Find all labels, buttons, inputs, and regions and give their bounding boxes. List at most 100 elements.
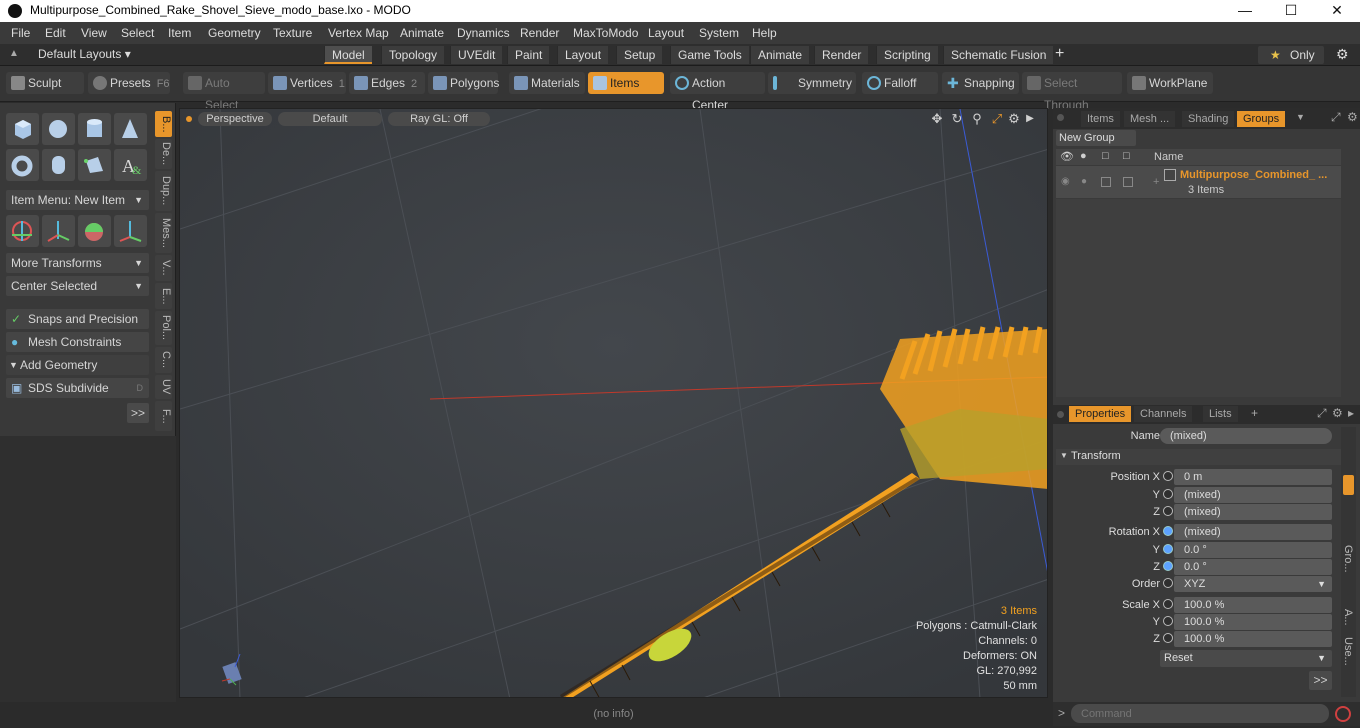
row-select-checkbox[interactable] xyxy=(1123,177,1133,187)
render-icon[interactable]: □ xyxy=(1102,150,1109,162)
vtab-deform[interactable]: De... xyxy=(155,139,172,169)
snapping-button[interactable]: ✚ Snapping xyxy=(942,72,1019,94)
scale-y-radio[interactable] xyxy=(1163,616,1173,626)
tab-scripting[interactable]: Scripting xyxy=(876,46,938,64)
tab-animate[interactable]: Animate xyxy=(750,46,810,64)
workplane-button[interactable]: WorkPlane xyxy=(1127,72,1213,94)
scale-x-field[interactable]: 100.0 % xyxy=(1174,597,1332,613)
command-input[interactable] xyxy=(1071,704,1329,723)
tab-channels[interactable]: Channels xyxy=(1134,406,1193,422)
sphere-icon[interactable] xyxy=(42,113,75,145)
position-x-radio[interactable] xyxy=(1163,471,1173,481)
lock-icon[interactable]: ● xyxy=(1080,150,1087,162)
text-icon[interactable]: A & xyxy=(114,149,147,181)
select-icon[interactable]: □ xyxy=(1123,150,1130,162)
raygl-button[interactable]: Ray GL: Off xyxy=(388,112,490,126)
more-button[interactable]: >> xyxy=(1309,671,1332,690)
collapse-icon[interactable]: ▲ xyxy=(9,48,19,59)
reset-dropdown[interactable]: Reset ▼ xyxy=(1160,650,1332,667)
zoom-icon[interactable]: ⚲ xyxy=(970,112,984,126)
side-tab-active[interactable] xyxy=(1343,475,1354,495)
vertices-button[interactable]: Vertices 1 xyxy=(268,72,346,94)
scale-x-radio[interactable] xyxy=(1163,599,1173,609)
symmetry-button[interactable]: Symmetry xyxy=(768,72,856,94)
tab-paint[interactable]: Paint xyxy=(507,46,550,64)
expand-icon[interactable]: ⤢ xyxy=(1317,406,1327,421)
expand-right-icon[interactable]: ▸ xyxy=(1348,406,1354,420)
scale-tool-icon[interactable] xyxy=(114,215,147,247)
vtab-curve[interactable]: C... xyxy=(155,347,172,373)
item-menu-dropdown[interactable]: Item Menu: New Item ▼ xyxy=(6,190,149,210)
vtab-edge[interactable]: E... xyxy=(155,283,172,309)
pan-icon[interactable]: ✥ xyxy=(930,112,944,126)
menu-texture[interactable]: Texture xyxy=(273,26,312,40)
snaps-precision-button[interactable]: ✓ Snaps and Precision xyxy=(6,309,149,329)
menu-geometry[interactable]: Geometry xyxy=(208,26,261,40)
menu-help[interactable]: Help xyxy=(752,26,777,40)
rotation-y-field[interactable]: 0.0 ° xyxy=(1174,542,1332,558)
order-radio[interactable] xyxy=(1163,578,1173,588)
maximize-icon[interactable]: ☐ xyxy=(1268,0,1314,22)
materials-button[interactable]: Materials xyxy=(509,72,585,94)
menu-system[interactable]: System xyxy=(699,26,739,40)
layouts-dropdown[interactable]: Default Layouts ▾ xyxy=(38,47,131,61)
action-center-button[interactable]: Action Center xyxy=(670,72,765,112)
vtab-polygon[interactable]: Pol... xyxy=(155,311,172,345)
center-selected-dropdown[interactable]: Center Selected ▼ xyxy=(6,276,149,296)
items-button[interactable]: Items xyxy=(588,72,664,94)
menu-maxtomodo[interactable]: MaxToModo xyxy=(573,26,638,40)
side-tab-groups[interactable]: Gro... xyxy=(1342,545,1354,573)
vtab-basic[interactable]: B... xyxy=(155,111,172,137)
vtab-fusion[interactable]: F... xyxy=(155,401,172,431)
tab-layout[interactable]: Layout xyxy=(557,46,609,64)
torus-icon[interactable] xyxy=(6,149,39,181)
position-y-field[interactable]: (mixed) xyxy=(1174,487,1332,503)
side-tab-a[interactable]: A... xyxy=(1342,609,1354,626)
tab-setup[interactable]: Setup xyxy=(616,46,663,64)
position-y-radio[interactable] xyxy=(1163,489,1173,499)
position-z-radio[interactable] xyxy=(1163,506,1173,516)
pen-icon[interactable] xyxy=(78,149,111,181)
add-geometry-section[interactable]: ▼ Add Geometry xyxy=(6,355,149,375)
vtab-uv[interactable]: UV xyxy=(155,375,172,399)
scale-z-radio[interactable] xyxy=(1163,633,1173,643)
sds-subdivide-button[interactable]: ▣ SDS Subdivide D xyxy=(6,378,149,398)
side-tab-user[interactable]: Use... xyxy=(1342,637,1354,666)
auto-select-button[interactable]: Auto Select xyxy=(183,72,265,112)
cylinder-icon[interactable] xyxy=(78,113,111,145)
menu-dynamics[interactable]: Dynamics xyxy=(457,26,510,40)
view-mode-button[interactable]: Perspective xyxy=(198,112,272,126)
rotation-x-field[interactable]: (mixed) xyxy=(1174,524,1332,540)
tab-game-tools[interactable]: Game Tools xyxy=(670,46,749,64)
rotation-x-radio[interactable] xyxy=(1163,526,1173,536)
chevron-down-icon[interactable]: ▼ xyxy=(1296,112,1305,122)
close-icon[interactable]: ✕ xyxy=(1314,0,1360,22)
add-tab-button[interactable]: + xyxy=(1055,45,1064,63)
capsule-icon[interactable] xyxy=(42,149,75,181)
tab-shading[interactable]: Shading xyxy=(1182,111,1235,127)
3d-viewport[interactable]: Perspective Default Ray GL: Off ✥ ↻ ⚲ ⤢ … xyxy=(179,108,1048,698)
menu-select[interactable]: Select xyxy=(121,26,154,40)
menu-view[interactable]: View xyxy=(81,26,107,40)
select-through-button[interactable]: Select Through xyxy=(1022,72,1122,112)
rotate-tool-icon[interactable] xyxy=(78,215,111,247)
scale-y-field[interactable]: 100.0 % xyxy=(1174,614,1332,630)
tab-topology[interactable]: Topology xyxy=(381,46,445,64)
menu-vertex-map[interactable]: Vertex Map xyxy=(328,26,389,40)
tab-uvedit[interactable]: UVEdit xyxy=(450,46,503,64)
tab-render[interactable]: Render xyxy=(814,46,869,64)
tab-properties[interactable]: Properties xyxy=(1069,406,1132,422)
tab-mesh[interactable]: Mesh ... xyxy=(1124,111,1176,127)
eye-icon[interactable]: 👁 xyxy=(1060,150,1074,163)
position-z-field[interactable]: (mixed) xyxy=(1174,504,1332,520)
rotation-z-field[interactable]: 0.0 ° xyxy=(1174,559,1332,575)
transform-tool-icon[interactable] xyxy=(42,215,75,247)
panel-gear-icon[interactable]: ⚙ xyxy=(1332,406,1343,420)
expand-row-icon[interactable]: + xyxy=(1153,176,1159,188)
tab-items[interactable]: Items xyxy=(1081,111,1120,127)
minimize-icon[interactable]: — xyxy=(1222,0,1268,22)
visibility-icon[interactable]: ◉ xyxy=(1061,176,1070,187)
rotation-z-radio[interactable] xyxy=(1163,561,1173,571)
more-button[interactable]: >> xyxy=(127,403,149,423)
tab-schematic-fusion[interactable]: Schematic Fusion xyxy=(943,46,1054,64)
